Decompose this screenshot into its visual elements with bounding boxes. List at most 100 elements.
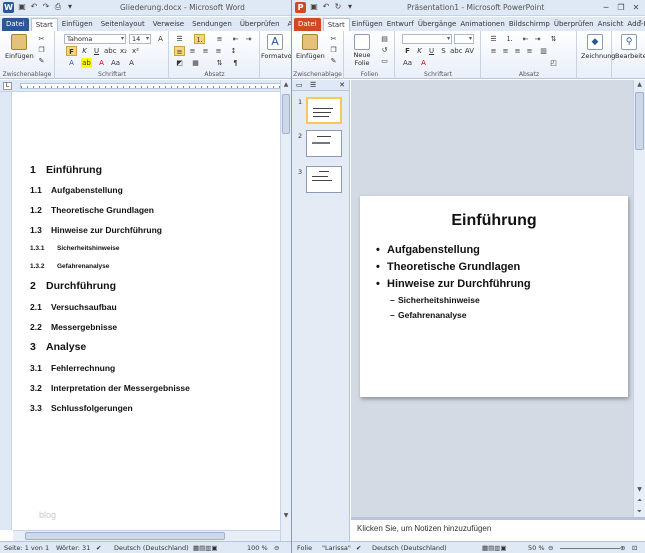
fit-window-icon[interactable]: ⊡ xyxy=(632,544,637,552)
spellcheck-icon[interactable]: ✔ xyxy=(96,544,101,552)
save-icon[interactable]: ▣ xyxy=(17,2,27,12)
increase-indent-icon[interactable]: ⇥ xyxy=(243,34,254,44)
outline-heading[interactable]: 2.2 Messergebnisse xyxy=(30,322,117,332)
borders-icon[interactable]: ▦ xyxy=(190,58,201,68)
scroll-down-icon[interactable]: ▼ xyxy=(281,511,291,521)
redo-icon[interactable]: ↷ xyxy=(41,2,51,12)
font-name-combo[interactable] xyxy=(402,34,452,44)
superscript-icon[interactable]: x² xyxy=(130,46,141,56)
language-status[interactable]: Deutsch (Deutschland) xyxy=(114,544,189,552)
numbering-icon[interactable]: ⒈ xyxy=(194,34,205,44)
outline-heading[interactable]: 2.1 Versuchsaufbau xyxy=(30,302,117,312)
ppt-tab-datei[interactable]: Datei xyxy=(294,18,321,31)
word-vertical-scrollbar[interactable]: ▲ ▼ xyxy=(280,80,291,541)
undo-icon[interactable]: ↶ xyxy=(321,2,331,12)
customize-qat-icon[interactable]: ▾ xyxy=(65,2,75,12)
multilevel-list-icon[interactable]: ≡ xyxy=(214,34,225,44)
word-horizontal-scrollbar[interactable] xyxy=(13,530,280,541)
show-marks-icon[interactable]: ¶ xyxy=(230,58,241,68)
decrease-indent-icon[interactable]: ⇤ xyxy=(230,34,241,44)
slide-thumbnail-1[interactable] xyxy=(306,97,342,124)
highlight-icon[interactable]: ab xyxy=(81,58,92,68)
zoom-level[interactable]: 100 % xyxy=(247,544,268,552)
bullets-icon[interactable]: ☰ xyxy=(488,34,499,44)
shading-icon[interactable]: ◩ xyxy=(174,58,185,68)
decrease-indent-icon[interactable]: ⇤ xyxy=(520,34,531,44)
outline-heading[interactable]: 1.3 Hinweise zur Durchführung xyxy=(30,225,162,235)
bold-icon[interactable]: F xyxy=(402,46,413,56)
word-tab-seitenlayout[interactable]: Seitenlayout xyxy=(97,18,149,31)
ppt-tab-einfuegen[interactable]: Einfügen xyxy=(350,18,385,31)
slide-title[interactable]: Einführung xyxy=(360,212,628,230)
word-document-page[interactable]: 1 Einführung 1.1 Aufgabenstellung 1.2 Theor… xyxy=(13,92,280,530)
reset-icon[interactable]: ↺ xyxy=(379,45,390,55)
slide-thumbnail-2[interactable] xyxy=(306,130,342,157)
change-case-icon[interactable]: Aa xyxy=(402,58,413,68)
ppt-tab-add-ins[interactable]: Add-Ins xyxy=(625,18,645,31)
align-left-icon[interactable]: ≡ xyxy=(488,46,499,56)
close-pane-icon[interactable]: ✕ xyxy=(339,81,345,89)
powerpoint-app-icon[interactable]: P xyxy=(295,2,306,13)
word-tab-einfuegen[interactable]: Einfügen xyxy=(58,18,97,31)
ppt-tab-animationen[interactable]: Animationen xyxy=(458,18,506,31)
char-spacing-icon[interactable]: AV xyxy=(464,46,475,56)
editing-button[interactable]: ⚲ Bearbeiten xyxy=(615,34,645,60)
cut-icon[interactable]: ✂ xyxy=(36,34,47,44)
font-name-combo[interactable]: Tahoma xyxy=(64,34,126,44)
line-spacing-icon[interactable]: ↕ xyxy=(228,46,239,56)
word-app-icon[interactable]: W xyxy=(3,2,14,13)
justify-icon[interactable]: ≡ xyxy=(524,46,535,56)
change-case-icon[interactable]: Aa xyxy=(110,58,121,68)
font-color-icon[interactable]: A xyxy=(96,58,107,68)
font-size-combo[interactable] xyxy=(454,34,474,44)
word-paste-button[interactable]: Einfügen xyxy=(5,34,34,60)
justify-icon[interactable]: ≡ xyxy=(213,46,224,56)
smartart-icon[interactable]: ◰ xyxy=(548,58,559,68)
word-vertical-ruler[interactable] xyxy=(0,92,12,530)
zoom-in-icon[interactable]: ⊕ xyxy=(620,544,625,552)
outline-heading[interactable]: 1.3.2 Gefahrenanalyse xyxy=(30,263,109,270)
notes-placeholder[interactable]: Klicken Sie, um Notizen hinzuzufügen xyxy=(357,524,491,533)
font-color-icon[interactable]: A xyxy=(418,58,429,68)
cut-icon[interactable]: ✂ xyxy=(328,34,339,44)
scroll-thumb[interactable] xyxy=(635,92,644,150)
language-status[interactable]: Deutsch (Deutschland) xyxy=(372,544,447,552)
new-slide-button[interactable]: Neue Folie xyxy=(348,34,376,67)
subscript-icon[interactable]: x₂ xyxy=(118,46,129,56)
zoom-level[interactable]: 50 % xyxy=(528,544,545,552)
outline-tab-icon[interactable]: ☰ xyxy=(310,81,316,89)
save-icon[interactable]: ▣ xyxy=(309,2,319,12)
word-tab-sendungen[interactable]: Sendungen xyxy=(188,18,236,31)
bold-icon[interactable]: F xyxy=(66,46,77,56)
copy-icon[interactable]: ❐ xyxy=(328,45,339,55)
align-center-icon[interactable]: ≡ xyxy=(187,46,198,56)
bullets-icon[interactable]: ☰ xyxy=(174,34,185,44)
customize-qat-icon[interactable]: ▾ xyxy=(345,2,355,12)
ppt-tab-bildschirmp[interactable]: Bildschirmp xyxy=(507,18,552,31)
next-slide-icon[interactable]: ⏷ xyxy=(634,507,645,517)
align-left-icon[interactable]: ≡ xyxy=(174,46,185,56)
format-painter-icon[interactable]: ✎ xyxy=(328,56,339,66)
current-slide[interactable]: Einführung • Aufgabenstellung • Theoretisc… xyxy=(360,196,628,397)
restore-icon[interactable]: ❐ xyxy=(614,2,628,13)
notes-pane[interactable]: Klicken Sie, um Notizen hinzuzufügen xyxy=(351,517,645,541)
slide-bullet[interactable]: • Hinweise zur Durchführung xyxy=(376,278,531,290)
scroll-thumb[interactable] xyxy=(25,532,225,540)
word-tab-verweise[interactable]: Verweise xyxy=(149,18,188,31)
scroll-thumb[interactable] xyxy=(282,94,290,134)
scroll-up-icon[interactable]: ▲ xyxy=(634,80,645,90)
outline-heading[interactable]: 1.3.1 Sicherheitshinweise xyxy=(30,245,120,252)
font-size-combo[interactable]: 14 xyxy=(129,34,151,44)
copy-icon[interactable]: ❐ xyxy=(36,45,47,55)
undo-icon[interactable]: ↶ xyxy=(29,2,39,12)
ppt-tab-start[interactable]: Start xyxy=(322,18,350,31)
outline-heading[interactable]: 1 Einführung xyxy=(30,164,102,176)
view-buttons-icon[interactable]: ▦▤▥▣ xyxy=(482,544,507,552)
grow-font-icon[interactable]: A xyxy=(155,34,166,44)
text-effects-icon[interactable]: A xyxy=(66,58,77,68)
scroll-up-icon[interactable]: ▲ xyxy=(281,80,291,90)
ppt-tab-uebergaenge[interactable]: Übergänge xyxy=(416,18,459,31)
slide-sub-bullet[interactable]: – Gefahrenanalyse xyxy=(390,310,467,320)
print-icon[interactable]: ⎙ xyxy=(53,2,63,12)
view-buttons-icon[interactable]: ▦▤▥▣ xyxy=(193,544,218,552)
